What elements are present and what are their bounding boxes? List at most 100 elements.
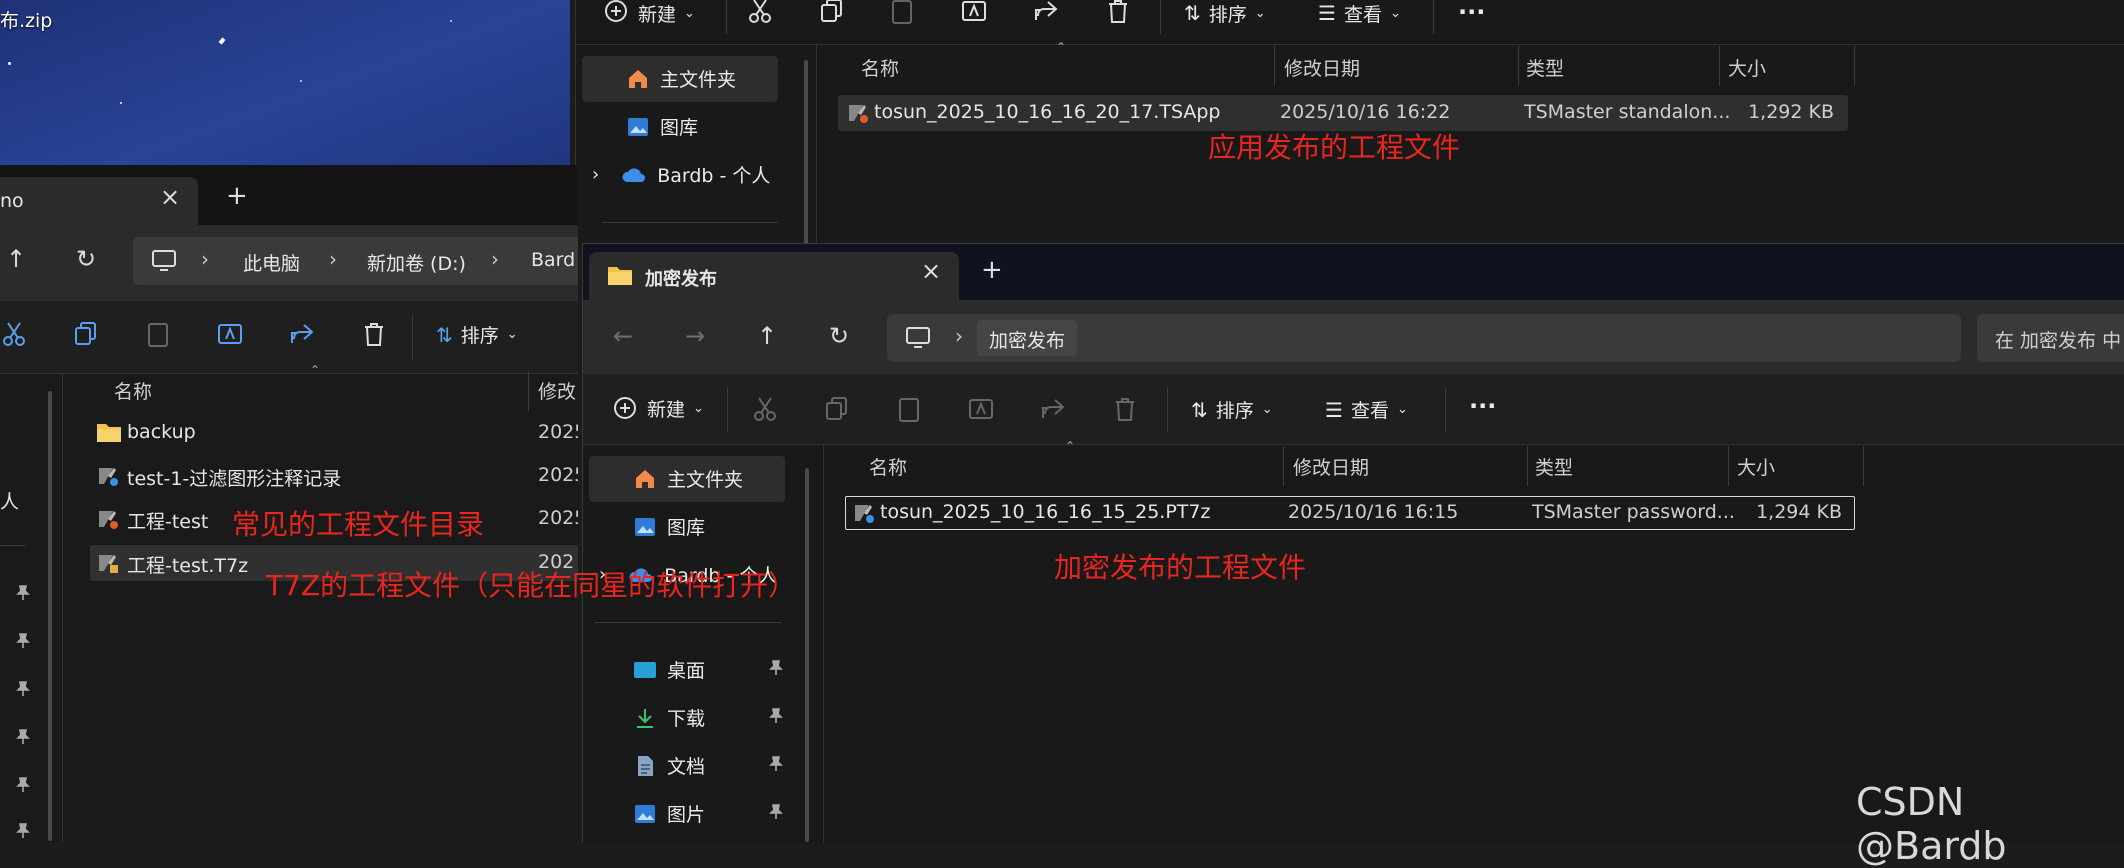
rename-icon[interactable] xyxy=(216,321,244,349)
column-type-header[interactable]: 类型 xyxy=(1526,54,1564,81)
nav-item-gallery[interactable]: 图库 xyxy=(633,513,705,540)
more-button[interactable]: ··· xyxy=(1458,0,1485,26)
nav-item-desktop[interactable]: 桌面 xyxy=(633,656,705,683)
pin-icon[interactable] xyxy=(16,633,30,649)
copy-icon[interactable] xyxy=(823,396,851,424)
breadcrumb-drive[interactable]: 新加卷 (D:) xyxy=(367,249,466,276)
close-icon[interactable]: × xyxy=(921,257,941,285)
tsmaster-file-icon xyxy=(99,511,118,529)
column-name-header[interactable]: 名称 xyxy=(861,54,899,81)
nav-item-home[interactable]: 主文件夹 xyxy=(633,465,743,492)
refresh-icon[interactable]: ↻ xyxy=(76,245,96,273)
column-name-header[interactable]: 名称 xyxy=(114,377,152,404)
cut-icon[interactable] xyxy=(0,321,28,349)
nav-item-cloud[interactable]: › Bardb - 个人 xyxy=(592,161,770,188)
close-icon[interactable]: × xyxy=(160,183,180,211)
column-name-header[interactable]: 名称 xyxy=(869,453,907,480)
delete-icon[interactable] xyxy=(360,321,388,349)
column-divider[interactable] xyxy=(1863,446,1864,486)
pin-icon[interactable] xyxy=(769,708,783,724)
pin-icon[interactable] xyxy=(16,777,30,793)
up-arrow-icon[interactable]: ↑ xyxy=(6,245,26,273)
column-divider[interactable] xyxy=(1274,46,1275,86)
new-button[interactable]: 新建 ⌄ xyxy=(611,394,704,422)
column-date-header[interactable]: 修改日期 xyxy=(1284,54,1360,81)
chevron-down-icon: ⌄ xyxy=(1389,5,1401,21)
copy-icon[interactable] xyxy=(72,321,100,349)
chevron-right-icon: › xyxy=(491,247,499,271)
pin-icon[interactable] xyxy=(16,823,30,839)
pin-icon[interactable] xyxy=(769,804,783,820)
column-divider[interactable] xyxy=(1518,46,1519,86)
address-bar[interactable]: › 此电脑 › 新加卷 (D:) › Bard xyxy=(133,237,578,285)
up-arrow-icon[interactable]: ↑ xyxy=(757,322,777,350)
sort-button[interactable]: ⇅ 排序 ⌄ xyxy=(1184,0,1266,26)
view-list-icon: ☰ xyxy=(1318,1,1336,25)
table-row[interactable]: tosun_2025_10_16_16_15_25.PT7z 2025/10/1… xyxy=(845,496,1855,530)
nav-item-partial[interactable]: 人 xyxy=(0,487,19,514)
nav-item-downloads[interactable]: 下载 xyxy=(633,704,705,731)
nav-scrollbar[interactable] xyxy=(804,60,808,250)
column-divider[interactable] xyxy=(1283,446,1284,486)
share-icon[interactable] xyxy=(288,321,316,349)
breadcrumb-folder[interactable]: Bard xyxy=(531,249,575,271)
sort-button[interactable]: ⇅ 排序 ⌄ xyxy=(436,321,518,348)
pin-icon[interactable] xyxy=(769,660,783,676)
paste-icon[interactable] xyxy=(895,396,923,424)
column-size-header[interactable]: 大小 xyxy=(1737,453,1775,480)
rename-icon[interactable] xyxy=(960,0,988,26)
column-divider[interactable] xyxy=(1854,46,1855,86)
nav-scrollbar[interactable] xyxy=(48,391,52,841)
nav-item-gallery[interactable]: 图库 xyxy=(626,113,698,140)
cut-icon[interactable] xyxy=(751,396,779,424)
back-arrow-icon[interactable]: ← xyxy=(613,322,633,350)
share-icon[interactable] xyxy=(1039,396,1067,424)
sort-button[interactable]: ⇅ 排序 ⌄ xyxy=(1191,396,1273,423)
delete-icon[interactable] xyxy=(1104,0,1132,26)
copy-icon[interactable] xyxy=(818,0,846,26)
column-divider[interactable] xyxy=(1527,446,1528,486)
more-button[interactable]: ··· xyxy=(1469,392,1496,420)
plus-circle-icon xyxy=(605,0,627,22)
new-button[interactable]: 新建 ⌄ xyxy=(602,0,695,26)
new-tab-plus-icon[interactable]: + xyxy=(981,255,1003,285)
column-date-header[interactable]: 修改 xyxy=(538,377,576,404)
nav-item-home[interactable]: 主文件夹 xyxy=(626,65,736,92)
cut-icon[interactable] xyxy=(746,0,774,26)
breadcrumb-pc[interactable]: 此电脑 xyxy=(243,249,300,276)
paste-icon[interactable] xyxy=(144,321,172,349)
file-date: 2025 xyxy=(538,464,578,486)
column-divider[interactable] xyxy=(1719,46,1720,86)
delete-icon[interactable] xyxy=(1111,396,1139,424)
column-date-header[interactable]: 修改日期 xyxy=(1293,453,1369,480)
column-divider[interactable] xyxy=(528,371,529,411)
refresh-icon[interactable]: ↻ xyxy=(829,322,849,350)
list-item[interactable]: backup 2025 xyxy=(90,415,578,451)
nav-item-pictures[interactable]: 图片 xyxy=(633,800,705,827)
pin-icon[interactable] xyxy=(16,729,30,745)
paste-icon[interactable] xyxy=(888,0,916,26)
column-type-header[interactable]: 类型 xyxy=(1535,453,1573,480)
share-icon[interactable] xyxy=(1032,0,1060,26)
pin-icon[interactable] xyxy=(16,681,30,697)
pin-icon[interactable] xyxy=(16,585,30,601)
column-divider[interactable] xyxy=(1728,446,1729,486)
new-tab-plus-icon[interactable]: + xyxy=(226,181,248,211)
view-button[interactable]: ☰ 查看 ⌄ xyxy=(1325,396,1408,423)
nav-scrollbar[interactable] xyxy=(805,468,809,842)
folder-icon xyxy=(608,267,632,285)
toolbar-divider xyxy=(726,0,727,34)
breadcrumb-current[interactable]: 加密发布 xyxy=(977,320,1078,356)
list-item[interactable]: test-1-过滤图形注释记录 2025 xyxy=(90,458,578,494)
forward-arrow-icon[interactable]: → xyxy=(685,322,705,350)
nav-item-documents[interactable]: 文档 xyxy=(633,752,705,779)
view-button[interactable]: ☰ 查看 ⌄ xyxy=(1318,0,1401,26)
tab-active[interactable]: no × xyxy=(0,177,198,225)
address-bar[interactable]: › 加密发布 xyxy=(887,314,1961,362)
tab-active[interactable]: 加密发布 × xyxy=(589,252,959,300)
search-box[interactable]: 在 加密发布 中 xyxy=(1977,314,2124,362)
rename-icon[interactable] xyxy=(967,396,995,424)
desktop-zip-label[interactable]: 布.zip xyxy=(0,6,52,33)
column-size-header[interactable]: 大小 xyxy=(1728,54,1766,81)
pin-icon[interactable] xyxy=(769,756,783,772)
